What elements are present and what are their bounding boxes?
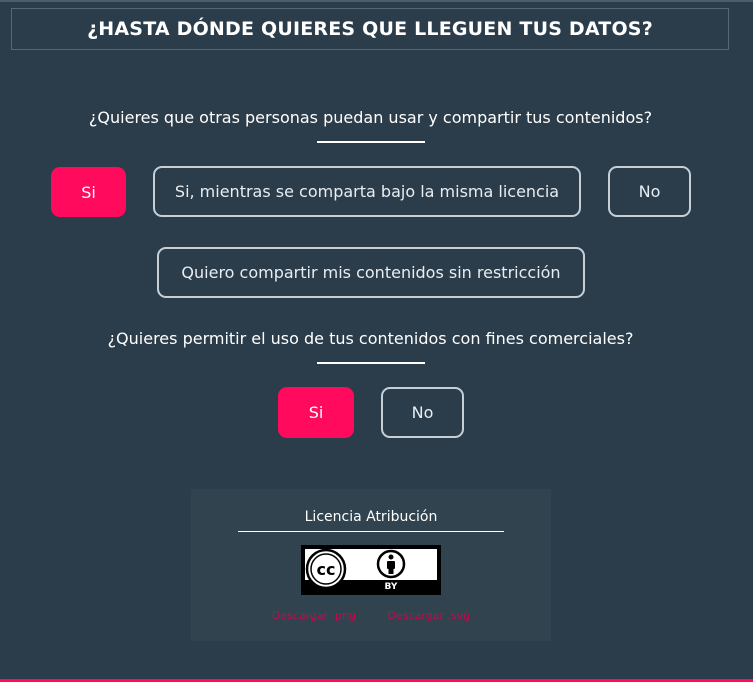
license-title: Licencia Atribución — [304, 509, 438, 525]
share-unrestricted-button[interactable]: Quiero compartir mis contenidos sin rest… — [157, 247, 585, 298]
commercial-question: ¿Quieres permitir el uso de tus contenid… — [107, 329, 634, 348]
commercial-no-button[interactable]: No — [381, 387, 464, 438]
cc-by-badge: cc BY — [301, 545, 441, 595]
share-alike-button[interactable]: Si, mientras se comparta bajo la misma l… — [153, 166, 581, 217]
page-title: ¿HASTA DÓNDE QUIERES QUE LLEGUEN TUS DAT… — [11, 8, 729, 50]
download-svg-link[interactable]: Descargar .svg — [388, 609, 471, 622]
share-question: ¿Quieres que otras personas puedan usar … — [88, 108, 653, 127]
download-links: Descargar .png Descargar .svg — [191, 609, 551, 622]
badge-by-label: BY — [385, 582, 398, 592]
share-no-button[interactable]: No — [608, 166, 691, 217]
top-border — [0, 0, 753, 2]
cc-by-logo: cc BY — [303, 547, 439, 593]
cc-icon: cc — [305, 548, 347, 590]
share-yes-button[interactable]: Si — [51, 167, 126, 217]
download-png-link[interactable]: Descargar .png — [272, 609, 356, 622]
license-title-underline — [238, 531, 504, 532]
commercial-yes-button[interactable]: Si — [278, 387, 354, 438]
svg-text:cc: cc — [317, 560, 336, 579]
license-panel: Licencia Atribución cc BY Descargar .png… — [191, 489, 551, 641]
attribution-person-icon — [376, 549, 406, 579]
share-question-underline — [317, 141, 425, 143]
commercial-question-underline — [317, 362, 425, 364]
